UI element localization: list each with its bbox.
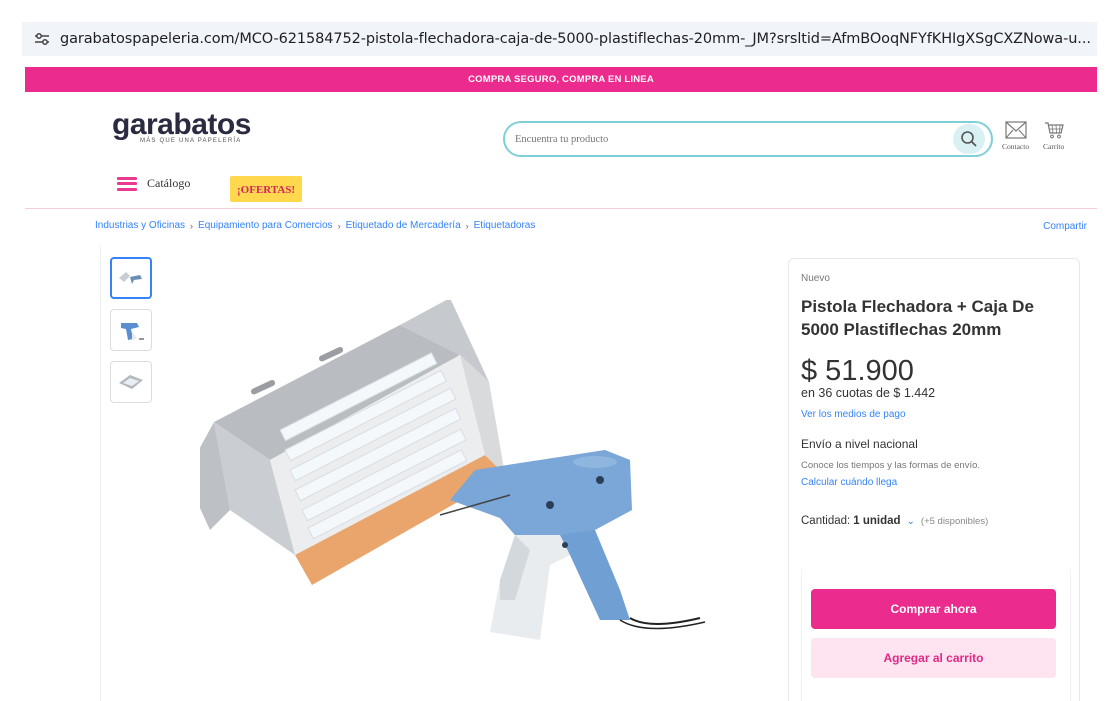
search-input[interactable]	[515, 133, 915, 145]
product-image[interactable]	[200, 300, 720, 660]
search-button[interactable]	[953, 124, 985, 154]
offers-button[interactable]: ¡OFERTAS!	[230, 176, 303, 202]
installments-text: en 36 cuotas de $ 1.442	[801, 386, 936, 400]
promo-text: COMPRA SEGURO, COMPRA EN LINEA	[468, 74, 654, 85]
breadcrumb-separator-icon: ›	[465, 220, 469, 231]
mail-icon	[1004, 121, 1027, 139]
thumbnail-3[interactable]	[110, 361, 152, 403]
search-box	[503, 121, 993, 157]
site-logo[interactable]: garabatos MÁS QUE UNA PAPELERÍA	[112, 108, 251, 145]
site-settings-icon[interactable]	[32, 31, 52, 47]
buy-now-button[interactable]: Comprar ahora	[811, 589, 1056, 629]
logo-wordmark: garabatos	[112, 108, 251, 141]
tag-box-icon	[119, 375, 143, 389]
address-bar[interactable]: garabatospapeleria.com/MCO-621584752-pis…	[22, 22, 1097, 56]
breadcrumb-separator-icon: ›	[190, 220, 194, 231]
product-title: Pistola Flechadora + Caja De 5000 Plasti…	[801, 297, 1034, 339]
hamburger-icon	[117, 176, 137, 191]
header-divider	[25, 208, 1097, 209]
breadcrumb-item[interactable]: Industrias y Oficinas	[95, 220, 185, 231]
breadcrumb-separator-icon: ›	[337, 220, 341, 231]
shipping-title: Envío a nivel nacional	[801, 437, 918, 451]
breadcrumb-item[interactable]: Etiquetado de Mercadería	[346, 220, 461, 231]
quantity-label: Cantidad:	[801, 515, 851, 527]
quantity-value: 1 unidad	[853, 515, 901, 527]
promo-banner: COMPRA SEGURO, COMPRA EN LINEA	[25, 67, 1097, 92]
shipping-subtitle: Conoce los tiempos y las formas de envío…	[801, 460, 981, 471]
product-condition: Nuevo	[801, 273, 830, 284]
shipping-calc-link[interactable]: Calcular cuándo llega	[801, 477, 897, 488]
url-text[interactable]: garabatospapeleria.com/MCO-621584752-pis…	[60, 31, 1091, 47]
contact-label: Contacto	[1002, 142, 1030, 151]
contact-link[interactable]: Contacto	[1002, 121, 1029, 151]
chevron-down-icon: ⌄	[906, 515, 915, 527]
catalog-menu[interactable]: Catálogo	[117, 176, 190, 191]
payment-methods-link[interactable]: Ver los medios de pago	[801, 409, 906, 420]
cart-label: Carrito	[1043, 142, 1065, 151]
thumbnail-1[interactable]	[110, 257, 152, 299]
breadcrumb-item[interactable]: Etiquetadoras	[474, 220, 536, 231]
offers-label: ¡OFERTAS!	[237, 184, 296, 196]
add-to-cart-button[interactable]: Agregar al carrito	[811, 638, 1056, 678]
share-link[interactable]: Compartir	[1043, 221, 1087, 232]
cart-icon	[1044, 122, 1064, 139]
tag-pins-icon	[119, 272, 142, 284]
tag-gun-icon	[121, 323, 144, 340]
available-stock: (+5 disponibles)	[920, 515, 989, 527]
breadcrumb: Industrias y Oficinas › Equipamiento par…	[95, 220, 535, 231]
logo-tagline: MÁS QUE UNA PAPELERÍA	[140, 138, 242, 144]
product-price: $ 51.900	[801, 355, 914, 387]
catalog-label: Catálogo	[147, 176, 191, 190]
cart-link[interactable]: Carrito	[1043, 121, 1064, 151]
buy-box: Nuevo Pistola Flechadora + Caja De 5000 …	[788, 258, 1080, 701]
quantity-selector[interactable]: Cantidad: 1 unidad ⌄ (+5 disponibles)	[801, 515, 988, 527]
thumbnail-2[interactable]	[110, 309, 152, 351]
search-icon	[961, 131, 977, 147]
breadcrumb-item[interactable]: Equipamiento para Comercios	[198, 220, 333, 231]
